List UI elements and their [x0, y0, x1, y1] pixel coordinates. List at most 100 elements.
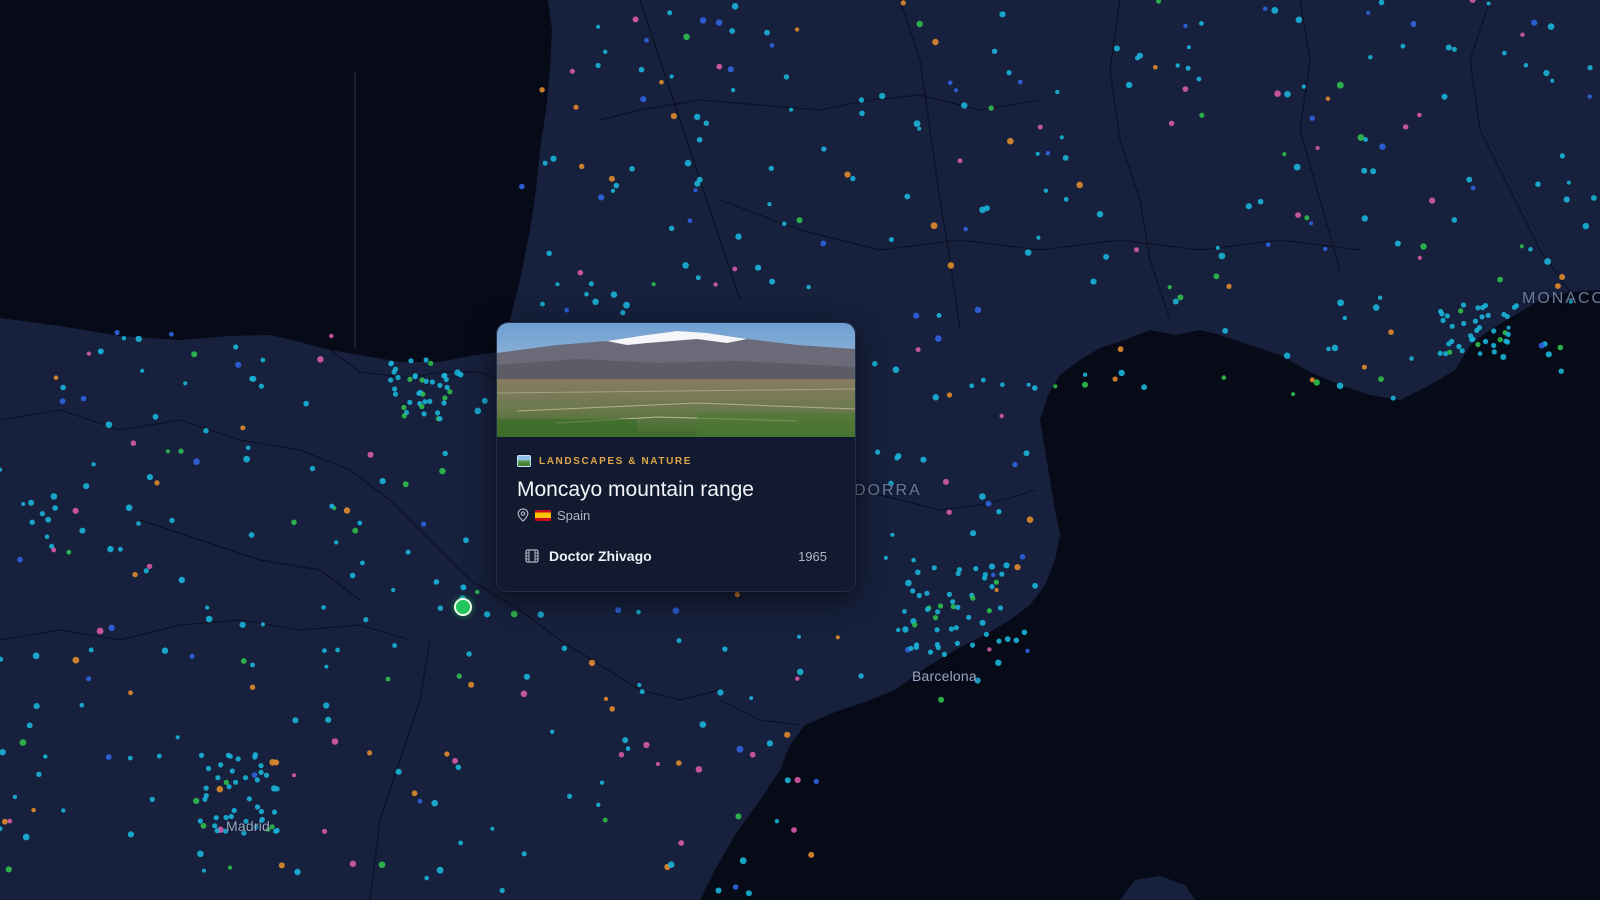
location-marker[interactable] [321, 605, 326, 610]
location-marker[interactable] [696, 137, 703, 143]
location-marker[interactable] [875, 449, 881, 455]
location-marker[interactable] [229, 768, 235, 774]
location-marker[interactable] [950, 599, 956, 605]
location-marker[interactable] [567, 793, 573, 799]
location-marker[interactable] [363, 617, 369, 623]
location-marker[interactable] [1550, 78, 1555, 83]
location-marker[interactable] [782, 221, 787, 227]
location-marker[interactable] [1036, 235, 1041, 240]
location-marker[interactable] [323, 702, 330, 709]
location-marker[interactable] [999, 571, 1005, 577]
location-marker[interactable] [240, 658, 247, 664]
location-marker[interactable] [579, 163, 585, 170]
location-marker[interactable] [1535, 181, 1541, 187]
location-marker[interactable] [806, 284, 811, 290]
location-marker[interactable] [1222, 327, 1229, 334]
location-marker[interactable] [51, 547, 57, 553]
location-marker[interactable] [1538, 342, 1545, 349]
location-marker[interactable] [902, 626, 909, 633]
location-marker[interactable] [858, 673, 864, 679]
location-marker[interactable] [1000, 382, 1005, 388]
location-marker[interactable] [1295, 212, 1301, 219]
location-marker[interactable] [1409, 356, 1414, 361]
location-marker[interactable] [795, 676, 800, 681]
location-marker[interactable] [904, 193, 911, 200]
location-marker[interactable] [667, 10, 673, 16]
location-marker[interactable] [193, 797, 200, 805]
location-marker[interactable] [732, 266, 738, 272]
location-marker[interactable] [191, 351, 198, 358]
location-marker[interactable] [367, 750, 373, 756]
location-marker[interactable] [271, 809, 278, 815]
location-marker[interactable] [991, 572, 996, 578]
location-marker[interactable] [1445, 44, 1452, 51]
location-marker[interactable] [1370, 168, 1377, 175]
location-marker[interactable] [946, 392, 953, 398]
location-marker[interactable] [1410, 21, 1417, 27]
location-marker[interactable] [731, 3, 739, 10]
location-marker[interactable] [1461, 320, 1467, 327]
location-marker[interactable] [334, 540, 339, 545]
location-popup-card[interactable]: LANDSCAPES & NATURE Moncayo mountain ran… [496, 322, 856, 592]
location-marker[interactable] [985, 500, 992, 507]
location-marker[interactable] [1134, 247, 1139, 253]
location-marker[interactable] [716, 63, 723, 70]
location-marker[interactable] [1446, 341, 1452, 347]
location-marker[interactable] [322, 648, 327, 653]
location-marker[interactable] [329, 333, 334, 339]
location-marker[interactable] [1444, 313, 1450, 319]
location-marker[interactable] [1420, 243, 1427, 250]
location-marker[interactable] [421, 521, 427, 527]
location-marker[interactable] [588, 281, 594, 287]
location-marker[interactable] [769, 43, 775, 48]
location-marker[interactable] [913, 644, 920, 651]
location-marker[interactable] [932, 38, 939, 46]
location-marker[interactable] [1361, 215, 1369, 222]
location-marker[interactable] [844, 171, 851, 178]
location-marker[interactable] [1013, 637, 1020, 644]
location-marker[interactable] [608, 175, 615, 182]
location-marker[interactable] [950, 604, 956, 610]
location-marker[interactable] [941, 651, 948, 658]
location-marker[interactable] [1390, 395, 1396, 401]
location-marker[interactable] [463, 537, 469, 544]
location-marker[interactable] [392, 643, 397, 648]
location-marker[interactable] [233, 779, 239, 785]
location-marker[interactable] [156, 753, 162, 759]
location-marker[interactable] [879, 92, 886, 100]
location-marker[interactable] [1, 818, 8, 825]
location-marker[interactable] [1528, 247, 1533, 252]
location-marker[interactable] [1284, 90, 1291, 98]
location-marker[interactable] [379, 478, 386, 485]
location-marker[interactable] [367, 451, 374, 458]
location-marker[interactable] [1400, 43, 1406, 49]
location-marker[interactable] [573, 104, 579, 110]
location-marker[interactable] [1388, 329, 1394, 336]
location-marker[interactable] [1557, 344, 1564, 351]
location-marker[interactable] [468, 681, 475, 688]
location-marker[interactable] [19, 739, 27, 746]
location-marker[interactable] [1587, 94, 1592, 99]
location-marker[interactable] [45, 516, 52, 523]
location-marker[interactable] [592, 298, 599, 305]
location-marker[interactable] [735, 813, 742, 820]
location-marker[interactable] [979, 619, 986, 626]
location-marker[interactable] [683, 33, 690, 40]
location-marker[interactable] [966, 614, 972, 620]
location-marker[interactable] [610, 188, 616, 193]
location-marker[interactable] [947, 262, 955, 269]
location-marker[interactable] [401, 404, 407, 411]
location-marker[interactable] [1326, 346, 1331, 352]
location-marker[interactable] [715, 19, 723, 26]
location-marker[interactable] [1096, 211, 1104, 218]
location-marker[interactable] [722, 646, 728, 652]
location-marker[interactable] [546, 250, 552, 256]
location-marker[interactable] [429, 379, 435, 385]
location-marker[interactable] [520, 690, 528, 698]
location-marker[interactable] [1006, 70, 1012, 76]
location-marker[interactable] [205, 605, 210, 610]
location-marker[interactable] [1117, 346, 1124, 353]
location-marker[interactable] [1113, 45, 1120, 52]
location-marker[interactable] [263, 772, 270, 778]
location-marker[interactable] [684, 159, 692, 167]
